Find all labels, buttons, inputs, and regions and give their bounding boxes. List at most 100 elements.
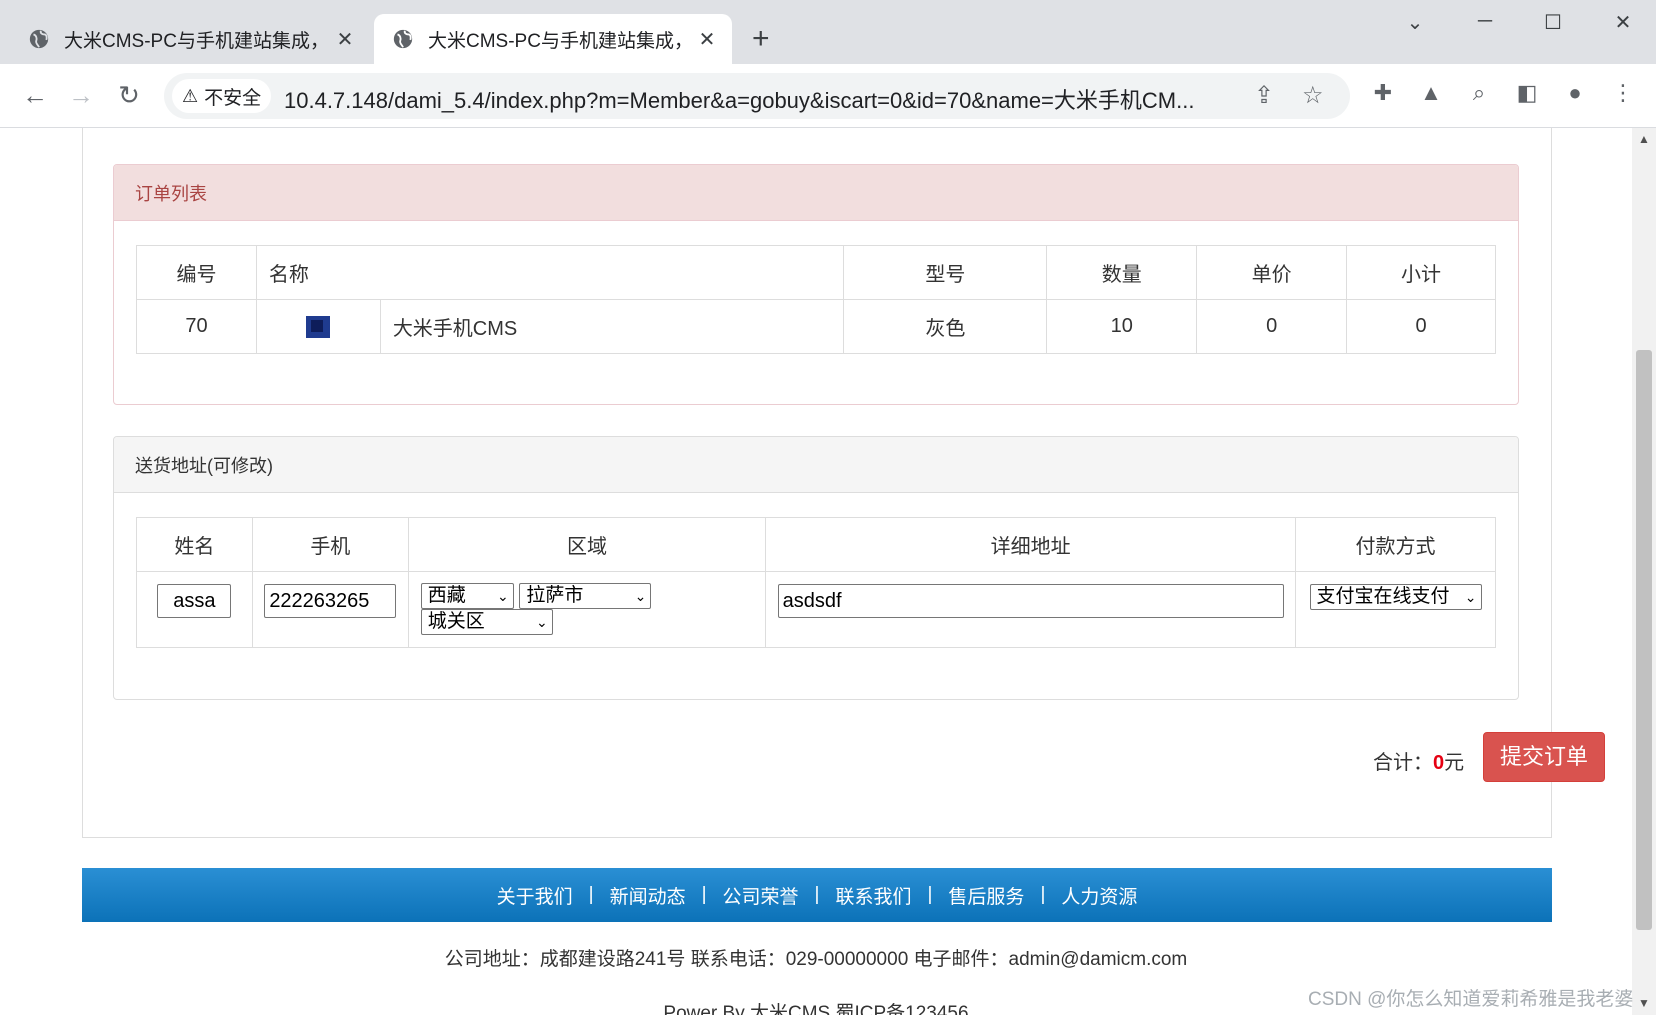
- footer-separator: |: [588, 884, 594, 905]
- header-payment: 付款方式: [1295, 517, 1496, 572]
- globe-icon: [29, 29, 49, 49]
- district-select[interactable]: 城关区 ⌄: [420, 609, 553, 635]
- product-thumbnail[interactable]: [306, 315, 331, 338]
- tab-search-chevron-icon[interactable]: ⌄: [1400, 10, 1430, 35]
- region-cell: 西藏 ⌄ 拉萨市 ⌄ 城关区 ⌄: [407, 571, 767, 648]
- city-value: 拉萨市: [526, 585, 584, 606]
- header-price: 单价: [1196, 245, 1348, 300]
- shipping-address-panel: 送货地址(可修改) 姓名 手机 区域 详细地址 付款方式 assa 222263…: [113, 436, 1519, 700]
- browser-tab-1[interactable]: 大米CMS-PC与手机建站集成， ✕: [10, 14, 370, 64]
- district-value: 城关区: [427, 611, 485, 632]
- url-text[interactable]: 10.4.7.148/dami_5.4/index.php?m=Member&a…: [284, 83, 1284, 115]
- reload-icon[interactable]: ↻: [112, 78, 146, 112]
- lab-flask-icon[interactable]: ▲: [1416, 80, 1446, 106]
- total-unit: 元: [1444, 752, 1465, 774]
- total-label: 合计：: [1373, 752, 1433, 774]
- submit-order-button[interactable]: 提交订单: [1483, 732, 1605, 782]
- product-qty: 10: [1046, 299, 1198, 354]
- new-tab-icon[interactable]: +: [752, 22, 770, 56]
- table-row: 70 大米手机CMS 灰色 10 0 0: [136, 299, 1496, 354]
- main-container: 订单列表 编号 名称 型号 数量 单价 小计 70 大米手机CMS 灰色 10: [82, 128, 1605, 838]
- extensions-puzzle-icon[interactable]: ✚: [1368, 80, 1398, 106]
- order-list-panel: 订单列表 编号 名称 型号 数量 单价 小计 70 大米手机CMS 灰色 10: [113, 164, 1519, 405]
- province-select[interactable]: 西藏 ⌄: [420, 583, 514, 609]
- chevron-down-icon: ⌄: [497, 588, 509, 604]
- footer-link-news[interactable]: 新闻动态: [610, 882, 686, 909]
- order-total: 合计：0元: [1373, 746, 1464, 775]
- scrollbar-thumb[interactable]: [1636, 350, 1652, 930]
- footer-contact-info: 公司地址：成都建设路241号 联系电话：029-00000000 电子邮件：ad…: [444, 949, 1188, 970]
- forward-arrow-icon[interactable]: →: [64, 78, 98, 112]
- order-list-heading: 订单列表: [114, 165, 1518, 221]
- bookmark-star-icon[interactable]: ☆: [1302, 81, 1324, 110]
- table-row: assa 222263265 西藏 ⌄ 拉萨市 ⌄ 城关区 ⌄ asdsdf 支…: [136, 571, 1496, 648]
- detail-address-input[interactable]: asdsdf: [777, 584, 1284, 618]
- footer-separator: |: [701, 884, 707, 905]
- footer-link-honors[interactable]: 公司荣誉: [723, 882, 799, 909]
- page-content: 订单列表 编号 名称 型号 数量 单价 小计 70 大米手机CMS 灰色 10: [0, 128, 1632, 1015]
- search-icon[interactable]: ⌕: [1464, 80, 1494, 106]
- footer-link-hr[interactable]: 人力资源: [1061, 882, 1137, 909]
- payment-cell: 支付宝在线支付 ⌄: [1295, 571, 1496, 648]
- window-close-icon[interactable]: ✕: [1608, 10, 1638, 35]
- globe-icon: [393, 29, 413, 49]
- phone-cell: 222263265: [251, 571, 409, 648]
- payment-select[interactable]: 支付宝在线支付 ⌄: [1309, 584, 1482, 610]
- more-menu-icon[interactable]: ⋮: [1608, 80, 1638, 106]
- product-model: 灰色: [843, 299, 1048, 354]
- header-phone: 手机: [251, 517, 409, 572]
- table-header-row: 编号 名称 型号 数量 单价 小计: [136, 245, 1496, 300]
- detail-address-cell: asdsdf: [765, 571, 1297, 648]
- back-arrow-icon[interactable]: ←: [18, 78, 52, 112]
- tab-title: 大米CMS-PC与手机建站集成，: [428, 30, 693, 52]
- product-thumbnail-cell[interactable]: [255, 299, 381, 354]
- share-icon[interactable]: ⇪: [1254, 81, 1274, 110]
- product-price: 0: [1196, 299, 1348, 354]
- order-id: 70: [136, 299, 257, 354]
- minimize-icon[interactable]: ─: [1470, 10, 1500, 33]
- footer-separator: |: [1040, 884, 1046, 905]
- scroll-down-arrow-icon[interactable]: ▼: [1636, 996, 1652, 1010]
- browser-tab-strip: 大米CMS-PC与手机建站集成， ✕ 大米CMS-PC与手机建站集成， ✕ + …: [0, 0, 1656, 64]
- scroll-up-arrow-icon[interactable]: ▲: [1636, 132, 1652, 146]
- side-panel-icon[interactable]: ◧: [1512, 80, 1542, 106]
- header-region: 区域: [407, 517, 767, 572]
- close-icon[interactable]: ✕: [334, 27, 356, 52]
- province-value: 西藏: [427, 585, 466, 606]
- header-qty: 数量: [1046, 245, 1198, 300]
- maximize-icon[interactable]: ☐: [1538, 10, 1568, 35]
- header-model: 型号: [843, 245, 1048, 300]
- browser-tab-2[interactable]: 大米CMS-PC与手机建站集成， ✕: [374, 14, 732, 64]
- profile-avatar-icon[interactable]: ●: [1560, 80, 1590, 106]
- product-name: 大米手机CMS: [379, 299, 845, 354]
- recipient-name-input[interactable]: assa: [157, 584, 232, 618]
- product-subtotal: 0: [1346, 299, 1496, 354]
- order-table: 编号 名称 型号 数量 单价 小计 70 大米手机CMS 灰色 10 0 0: [136, 245, 1496, 354]
- tab-title: 大米CMS-PC与手机建站集成，: [64, 30, 329, 52]
- payment-value: 支付宝在线支付: [1316, 586, 1450, 607]
- chevron-down-icon: ⌄: [634, 588, 647, 604]
- security-chip[interactable]: ⚠ 不安全: [172, 79, 272, 113]
- address-bar[interactable]: ⚠ 不安全 10.4.7.148/dami_5.4/index.php?m=Me…: [164, 73, 1350, 119]
- header-name: 名称: [255, 245, 845, 300]
- header-id: 编号: [136, 245, 257, 300]
- browser-toolbar: ← → ↻ ⚠ 不安全 10.4.7.148/dami_5.4/index.ph…: [0, 64, 1656, 128]
- footer-link-about[interactable]: 关于我们: [497, 882, 573, 909]
- header-detail-address: 详细地址: [765, 517, 1297, 572]
- csdn-watermark: CSDN @你怎么知道爱莉希雅是我老婆: [1308, 989, 1634, 1010]
- footer-separator: |: [814, 884, 820, 905]
- chevron-down-icon: ⌄: [1464, 589, 1477, 605]
- total-amount: 0: [1433, 752, 1445, 774]
- header-subtotal: 小计: [1346, 245, 1496, 300]
- table-header-row: 姓名 手机 区域 详细地址 付款方式: [136, 517, 1496, 572]
- city-select[interactable]: 拉萨市 ⌄: [519, 583, 652, 609]
- header-recipient-name: 姓名: [136, 517, 253, 572]
- shipping-address-heading: 送货地址(可修改): [114, 437, 1518, 493]
- warning-icon: ⚠: [182, 85, 199, 106]
- footer-link-contact[interactable]: 联系我们: [835, 882, 911, 909]
- footer-link-service[interactable]: 售后服务: [948, 882, 1024, 909]
- footer-nav: 关于我们 | 新闻动态 | 公司荣誉 | 联系我们 | 售后服务 | 人力资源: [82, 868, 1552, 922]
- close-icon[interactable]: ✕: [696, 27, 718, 52]
- phone-input[interactable]: 222263265: [264, 584, 397, 618]
- chevron-down-icon: ⌄: [536, 614, 548, 630]
